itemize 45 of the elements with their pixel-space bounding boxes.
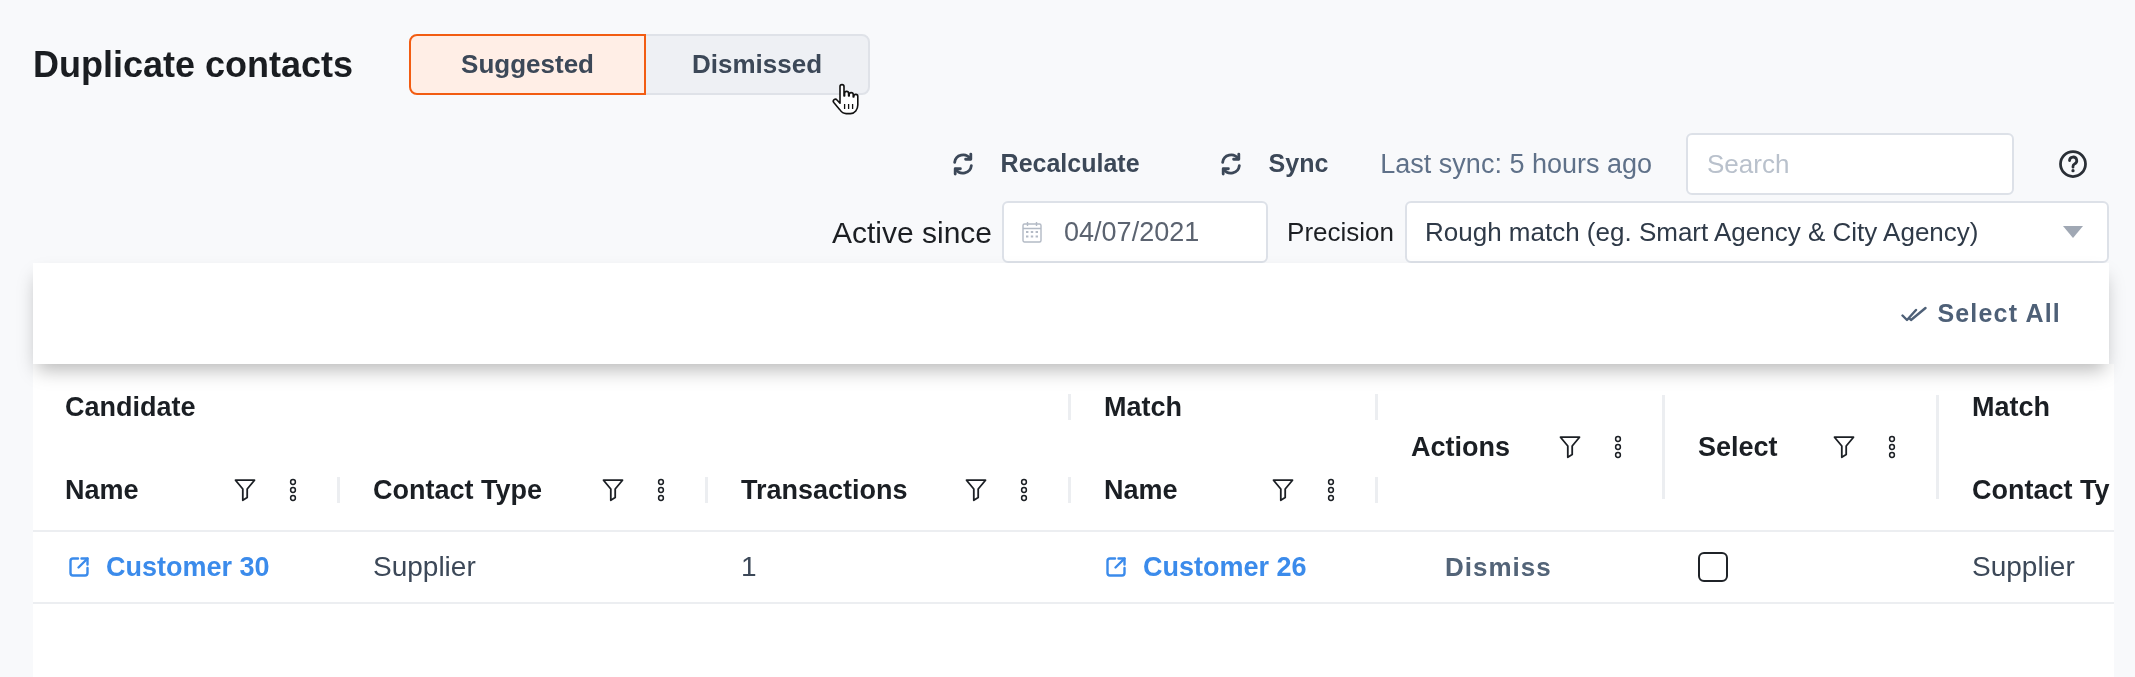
column-group-header: Candidate xyxy=(65,390,196,424)
filter-icon[interactable] xyxy=(1833,435,1855,459)
column-header: Contact Ty xyxy=(1972,473,2110,507)
more-options-icon[interactable] xyxy=(1888,435,1896,459)
refresh-action-button[interactable]: Recalculate xyxy=(949,145,1140,183)
column-header: Contact Type xyxy=(373,473,542,507)
double-check-icon xyxy=(1901,304,1928,323)
column-group-header: Match xyxy=(1972,390,2050,424)
calendar-icon xyxy=(1022,221,1043,243)
precision-label: Precision xyxy=(1287,215,1394,249)
page-title: Duplicate contacts xyxy=(33,46,354,83)
more-options-icon[interactable] xyxy=(289,478,297,502)
column-header: Select xyxy=(1698,430,1778,464)
caret-icon xyxy=(2063,226,2083,238)
external-link-icon xyxy=(1104,555,1128,579)
last-sync-text: Last sync: 5 hours ago xyxy=(1380,147,1652,181)
row-action-button[interactable]: Dismiss xyxy=(1445,547,1552,587)
column-header: Name xyxy=(65,473,139,507)
filter-icon[interactable] xyxy=(965,478,987,502)
more-options-icon[interactable] xyxy=(1327,478,1335,502)
column-header: Name xyxy=(1104,473,1178,507)
search-field[interactable]: Search xyxy=(1686,133,2014,195)
column-header: Transactions xyxy=(741,473,908,507)
tab[interactable]: Dismissed xyxy=(644,34,871,95)
filter-icon[interactable] xyxy=(602,478,624,502)
select-all-button[interactable]: Select All xyxy=(1901,294,2061,333)
row-checkbox[interactable] xyxy=(1698,552,1728,582)
filter-icon[interactable] xyxy=(1559,435,1581,459)
filter-icon[interactable] xyxy=(1272,478,1294,502)
more-options-icon[interactable] xyxy=(1614,435,1622,459)
table-text: 1 xyxy=(741,550,757,584)
column-header: Actions xyxy=(1411,430,1510,464)
filter-icon[interactable] xyxy=(234,478,256,502)
refresh-action-button[interactable]: Sync xyxy=(1217,145,1329,183)
more-options-icon[interactable] xyxy=(657,478,665,502)
date-field[interactable]: 04/07/2021 xyxy=(1002,201,1269,263)
tab[interactable]: Suggested xyxy=(409,34,646,95)
help-icon[interactable] xyxy=(2058,149,2088,179)
table-text: Supplier xyxy=(373,550,476,584)
more-options-icon[interactable] xyxy=(1020,478,1028,502)
active-since-label: Active since xyxy=(832,214,993,251)
external-link-icon xyxy=(67,555,91,579)
table-text: Supplier xyxy=(1972,550,2075,584)
precision-dropdown[interactable]: Rough match (eg. Smart Agency & City Agency) xyxy=(1405,201,2109,263)
column-group-header: Match xyxy=(1104,390,1182,424)
